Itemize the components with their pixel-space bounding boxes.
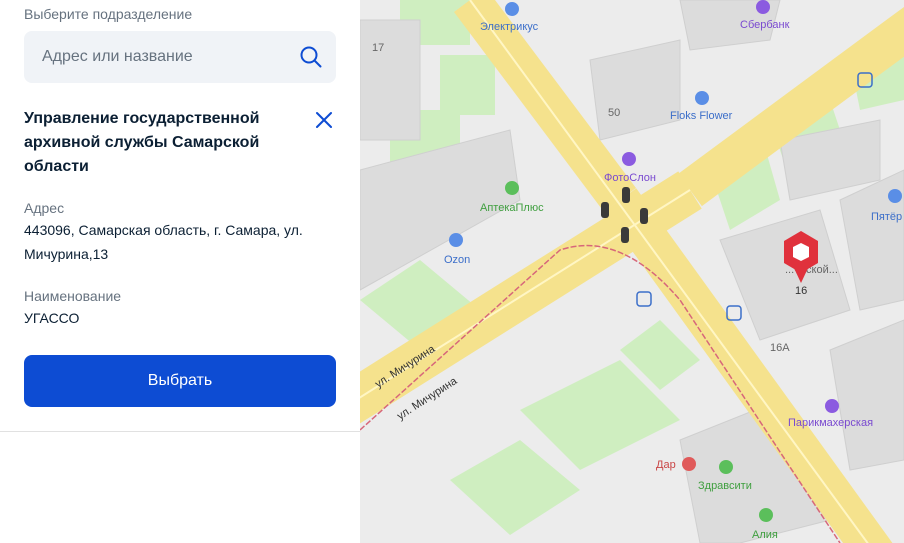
search-box[interactable]	[24, 31, 336, 83]
search-input[interactable]	[24, 31, 294, 83]
svg-text:Пятёр: Пятёр	[871, 211, 902, 223]
map-view[interactable]: ул. Мичурина ул. Мичурина 17 50 16 16А Э…	[360, 0, 904, 543]
section-label: Выберите подразделение	[24, 6, 193, 22]
map-canvas[interactable]: ул. Мичурина ул. Мичурина 17 50 16 16А Э…	[360, 0, 904, 543]
svg-text:Ozon: Ozon	[444, 254, 470, 266]
svg-text:АптекаПлюс: АптекаПлюс	[480, 202, 544, 214]
address-label: Адрес	[24, 200, 65, 216]
selected-unit-title: Управление государственной архивной служ…	[24, 110, 260, 175]
name-label: Наименование	[24, 288, 122, 304]
house-number: 16А	[770, 342, 790, 354]
svg-text:Здравсити: Здравсити	[698, 480, 752, 492]
house-number: 16	[795, 285, 807, 297]
svg-text:Дар: Дар	[656, 459, 676, 471]
close-icon[interactable]	[312, 108, 336, 132]
svg-text:ФотоСлон: ФотоСлон	[604, 172, 656, 184]
svg-text:Сбербанк: Сбербанк	[740, 19, 790, 31]
svg-text:Алия: Алия	[752, 529, 778, 541]
select-button[interactable]: Выбрать	[24, 355, 336, 407]
name-value: УГАССО	[24, 310, 80, 326]
house-number: 17	[372, 42, 384, 54]
svg-text:Floks Flower: Floks Flower	[670, 110, 733, 122]
left-panel: Выберите подразделение Управление госуда…	[0, 0, 360, 543]
divider	[0, 431, 360, 432]
svg-text:Электрикус: Электрикус	[480, 21, 539, 33]
svg-text:Парикмахерская: Парикмахерская	[788, 417, 873, 429]
house-number: 50	[608, 107, 620, 119]
search-icon[interactable]	[300, 46, 322, 68]
address-value: 443096, Самарская область, г. Самара, ул…	[24, 222, 303, 262]
